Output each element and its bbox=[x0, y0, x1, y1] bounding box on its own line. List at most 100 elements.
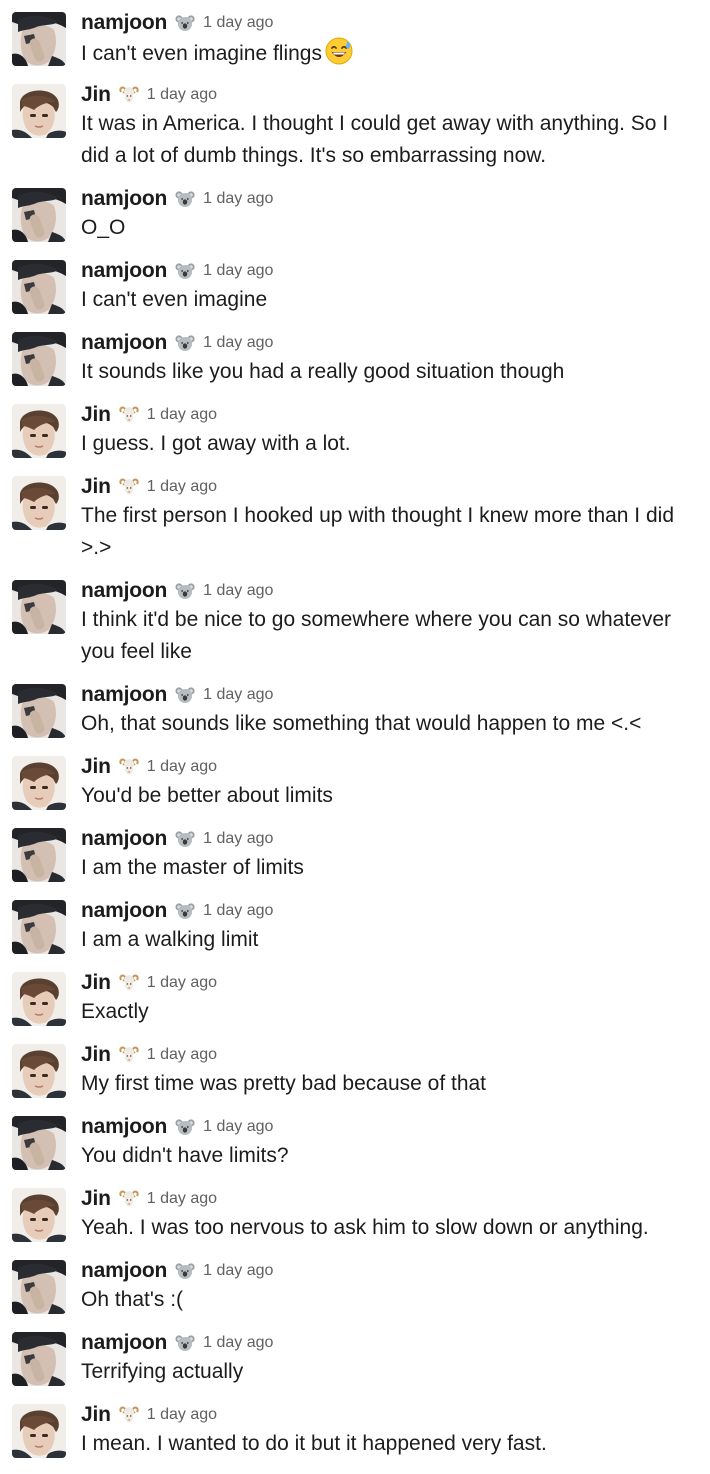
sender-name[interactable]: namjoon bbox=[81, 186, 167, 212]
koala-icon bbox=[175, 685, 195, 705]
message-content: namjoon 1 day ago I am the master of lim… bbox=[81, 826, 700, 884]
message-9: Jin 1 day ago You'd be better about limi… bbox=[0, 754, 710, 826]
namjoon-avatar[interactable] bbox=[12, 828, 66, 882]
sender-name[interactable]: namjoon bbox=[81, 10, 167, 36]
timestamp[interactable]: 1 day ago bbox=[147, 754, 217, 780]
message-body: I am a walking limit bbox=[81, 928, 259, 951]
message-body: It was in America. I thought I could get… bbox=[81, 112, 674, 167]
message-meta: Jin 1 day ago bbox=[81, 82, 700, 108]
message-meta: namjoon 1 day ago bbox=[81, 682, 700, 708]
message-text: I can't even imagine flings bbox=[81, 36, 700, 70]
namjoon-avatar[interactable] bbox=[12, 1332, 66, 1386]
namjoon-avatar[interactable] bbox=[12, 900, 66, 954]
message-2: namjoon 1 day ago O_O bbox=[0, 186, 710, 258]
jin-avatar[interactable] bbox=[12, 84, 66, 138]
sender-name[interactable]: namjoon bbox=[81, 682, 167, 708]
timestamp[interactable]: 1 day ago bbox=[147, 1042, 217, 1068]
sender-name[interactable]: namjoon bbox=[81, 258, 167, 284]
jin-avatar[interactable] bbox=[12, 756, 66, 810]
jin-avatar[interactable] bbox=[12, 1404, 66, 1458]
timestamp[interactable]: 1 day ago bbox=[147, 474, 217, 500]
jin-avatar[interactable] bbox=[12, 1188, 66, 1242]
message-text: My first time was pretty bad because of … bbox=[81, 1068, 700, 1100]
namjoon-avatar[interactable] bbox=[12, 684, 66, 738]
timestamp[interactable]: 1 day ago bbox=[203, 186, 273, 212]
sender-name[interactable]: Jin bbox=[81, 970, 111, 996]
message-meta: namjoon 1 day ago bbox=[81, 1114, 700, 1140]
timestamp[interactable]: 1 day ago bbox=[203, 1258, 273, 1284]
message-16: namjoon 1 day ago Oh that's :( bbox=[0, 1258, 710, 1330]
message-4: namjoon 1 day ago It sounds like you had… bbox=[0, 330, 710, 402]
sender-name[interactable]: namjoon bbox=[81, 1330, 167, 1356]
timestamp[interactable]: 1 day ago bbox=[203, 578, 273, 604]
sender-name[interactable]: Jin bbox=[81, 474, 111, 500]
namjoon-avatar[interactable] bbox=[12, 332, 66, 386]
timestamp[interactable]: 1 day ago bbox=[203, 826, 273, 852]
message-body: It sounds like you had a really good sit… bbox=[81, 360, 565, 383]
message-text: It was in America. I thought I could get… bbox=[81, 108, 700, 172]
namjoon-avatar[interactable] bbox=[12, 188, 66, 242]
message-15: Jin 1 day ago Yeah. I was too nervous to… bbox=[0, 1186, 710, 1258]
message-11: namjoon 1 day ago I am a walking limit bbox=[0, 898, 710, 970]
message-body: I think it'd be nice to go somewhere whe… bbox=[81, 608, 677, 663]
sender-name[interactable]: namjoon bbox=[81, 330, 167, 356]
message-content: namjoon 1 day ago O_O bbox=[81, 186, 700, 244]
namjoon-avatar[interactable] bbox=[12, 1116, 66, 1170]
timestamp[interactable]: 1 day ago bbox=[203, 898, 273, 924]
koala-icon bbox=[175, 13, 195, 33]
message-meta: namjoon 1 day ago bbox=[81, 1258, 700, 1284]
jin-avatar[interactable] bbox=[12, 404, 66, 458]
message-content: Jin 1 day ago I guess. I got away with a… bbox=[81, 402, 700, 460]
sender-name[interactable]: Jin bbox=[81, 1186, 111, 1212]
sender-name[interactable]: namjoon bbox=[81, 898, 167, 924]
message-14: namjoon 1 day ago You didn't have limits… bbox=[0, 1114, 710, 1186]
message-meta: Jin 1 day ago bbox=[81, 1186, 700, 1212]
sender-name[interactable]: Jin bbox=[81, 402, 111, 428]
timestamp[interactable]: 1 day ago bbox=[147, 1402, 217, 1428]
sender-name[interactable]: namjoon bbox=[81, 578, 167, 604]
message-body: I am the master of limits bbox=[81, 856, 304, 879]
jin-avatar[interactable] bbox=[12, 972, 66, 1026]
koala-icon bbox=[175, 901, 195, 921]
namjoon-avatar[interactable] bbox=[12, 12, 66, 66]
namjoon-avatar[interactable] bbox=[12, 580, 66, 634]
timestamp[interactable]: 1 day ago bbox=[147, 1186, 217, 1212]
timestamp[interactable]: 1 day ago bbox=[203, 1114, 273, 1140]
sender-name[interactable]: Jin bbox=[81, 1042, 111, 1068]
message-text: O_O bbox=[81, 212, 700, 244]
jin-avatar[interactable] bbox=[12, 1044, 66, 1098]
message-text: I am a walking limit bbox=[81, 924, 700, 956]
message-text: Terrifying actually bbox=[81, 1356, 700, 1388]
jin-avatar[interactable] bbox=[12, 476, 66, 530]
timestamp[interactable]: 1 day ago bbox=[147, 970, 217, 996]
message-body: Terrifying actually bbox=[81, 1360, 244, 1383]
message-meta: namjoon 1 day ago bbox=[81, 258, 700, 284]
sender-name[interactable]: namjoon bbox=[81, 826, 167, 852]
sender-name[interactable]: namjoon bbox=[81, 1114, 167, 1140]
sender-name[interactable]: namjoon bbox=[81, 1258, 167, 1284]
timestamp[interactable]: 1 day ago bbox=[203, 330, 273, 356]
message-content: Jin 1 day ago I mean. I wanted to do it … bbox=[81, 1402, 700, 1460]
timestamp[interactable]: 1 day ago bbox=[203, 10, 273, 36]
message-meta: Jin 1 day ago bbox=[81, 474, 700, 500]
message-content: Jin 1 day ago Exactly bbox=[81, 970, 700, 1028]
message-17: namjoon 1 day ago Terrifying actually bbox=[0, 1330, 710, 1402]
namjoon-avatar[interactable] bbox=[12, 260, 66, 314]
namjoon-avatar[interactable] bbox=[12, 1260, 66, 1314]
timestamp[interactable]: 1 day ago bbox=[203, 1330, 273, 1356]
timestamp[interactable]: 1 day ago bbox=[147, 402, 217, 428]
sender-name[interactable]: Jin bbox=[81, 1402, 111, 1428]
sender-name[interactable]: Jin bbox=[81, 82, 111, 108]
timestamp[interactable]: 1 day ago bbox=[147, 82, 217, 108]
timestamp[interactable]: 1 day ago bbox=[203, 258, 273, 284]
koala-icon bbox=[175, 829, 195, 849]
message-content: namjoon 1 day ago I think it'd be nice t… bbox=[81, 578, 700, 668]
message-1: Jin 1 day ago It was in America. I thoug… bbox=[0, 82, 710, 186]
sender-name[interactable]: Jin bbox=[81, 754, 111, 780]
timestamp[interactable]: 1 day ago bbox=[203, 682, 273, 708]
message-content: namjoon 1 day ago I can't even imagine f… bbox=[81, 10, 700, 70]
message-3: namjoon 1 day ago I can't even imagine bbox=[0, 258, 710, 330]
message-content: Jin 1 day ago It was in America. I thoug… bbox=[81, 82, 700, 172]
ram-icon bbox=[119, 477, 139, 497]
message-12: Jin 1 day ago Exactly bbox=[0, 970, 710, 1042]
